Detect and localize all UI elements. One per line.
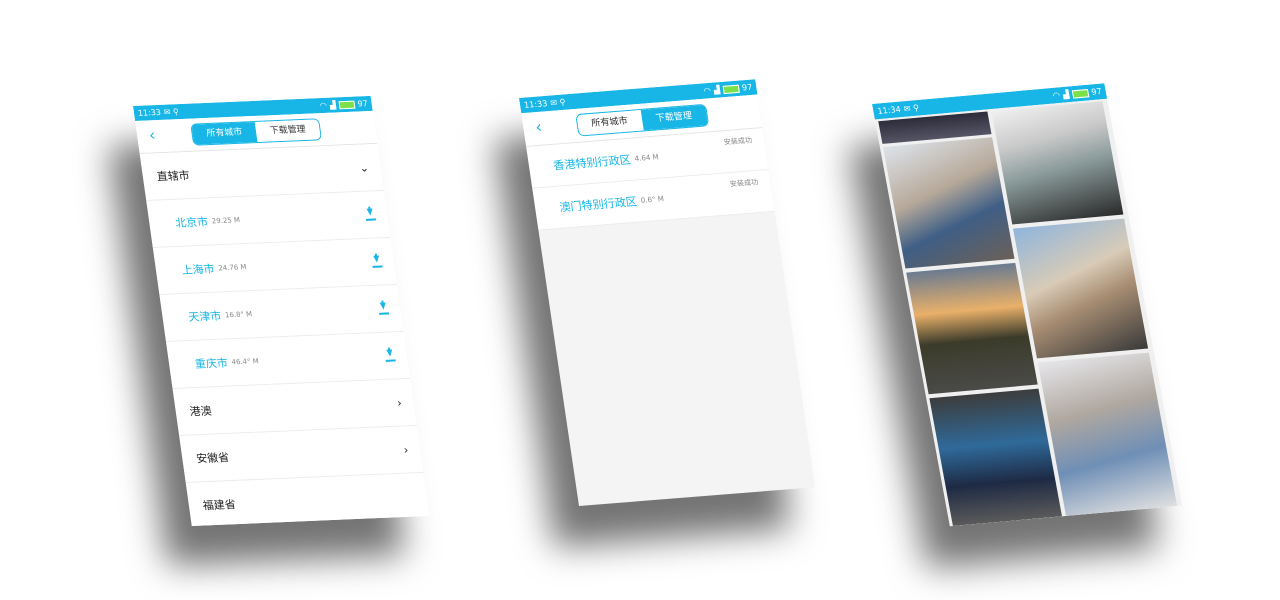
status-time: 11:33	[523, 98, 548, 110]
photo-grid	[874, 98, 1183, 527]
tab-all-cities[interactable]: 所有城市	[191, 121, 258, 145]
battery-level: 97	[356, 99, 369, 109]
segmented-tabs: 所有城市 下载管理	[190, 118, 323, 146]
wifi-icon: ◠	[319, 100, 328, 111]
region-size: 0.6° M	[640, 194, 665, 205]
city-name: 北京市	[174, 215, 209, 230]
region-name: 香港特别行政区	[552, 153, 632, 173]
city-list-screen: 11:33 ✉ ⚲ ◠ ▟ 97 ‹ 所有城市 下载管理 直辖市 ⌄ 北京市 2…	[133, 95, 430, 527]
city-size: 24.76 M	[217, 263, 248, 273]
notification-icon: ✉ ⚲	[163, 107, 180, 117]
city-name: 天津市	[187, 309, 223, 324]
tab-all-cities[interactable]: 所有城市	[575, 110, 644, 136]
battery-icon	[338, 100, 356, 109]
download-icon[interactable]	[378, 300, 390, 315]
section-label: 港澳	[188, 404, 213, 419]
wifi-icon: ◠	[1052, 90, 1061, 101]
download-icon[interactable]	[371, 253, 383, 268]
region-name: 澳门特别行政区	[558, 194, 638, 215]
install-status: 安装成功	[723, 136, 753, 147]
photo-tile[interactable]	[906, 262, 1038, 395]
download-icon[interactable]	[365, 206, 377, 221]
section-label: 安徽省	[195, 451, 230, 466]
notification-icon: ✉ ⚲	[549, 97, 567, 108]
signal-icon: ▟	[329, 100, 337, 110]
city-name: 重庆市	[194, 356, 229, 371]
city-size: 16.8° M	[224, 310, 253, 320]
city-size: 29.25 M	[211, 216, 241, 226]
status-time: 11:34	[876, 104, 902, 116]
signal-icon: ▟	[1062, 89, 1071, 100]
segmented-tabs: 所有城市 下载管理	[574, 103, 709, 137]
photo-gallery-screen: 11:34 ✉ ⚲ ◠ ▟ 97	[872, 83, 1183, 527]
chevron-right-icon: ›	[396, 395, 403, 410]
back-icon[interactable]: ‹	[534, 117, 543, 137]
status-time: 11:33	[137, 107, 162, 118]
notification-icon: ✉ ⚲	[902, 103, 920, 114]
battery-level: 97	[741, 82, 753, 93]
tab-download-manager[interactable]: 下载管理	[254, 119, 321, 142]
tab-download-manager[interactable]: 下载管理	[640, 104, 708, 131]
chevron-down-icon: ⌄	[358, 160, 370, 175]
install-status: 安装成功	[729, 178, 759, 189]
photo-tile[interactable]	[991, 101, 1124, 225]
city-name: 上海市	[181, 262, 216, 277]
photo-tile[interactable]	[1037, 352, 1178, 516]
section-label: 福建省	[202, 498, 237, 513]
download-icon[interactable]	[384, 347, 396, 362]
region-size: 4.64 M	[634, 152, 660, 164]
signal-icon: ▟	[713, 85, 721, 95]
chevron-right-icon: ›	[402, 442, 410, 457]
photo-tile[interactable]	[929, 388, 1063, 527]
battery-icon	[1071, 88, 1090, 99]
section-fujian[interactable]: 福建省	[185, 472, 430, 527]
battery-level: 97	[1090, 86, 1103, 97]
battery-icon	[722, 84, 740, 94]
download-manager-screen: 11:33 ✉ ⚲ ◠ ▟ 97 ‹ 所有城市 下载管理 香港特别行政区 4.6…	[519, 79, 816, 506]
wifi-icon: ◠	[703, 85, 712, 96]
city-size: 46.4° M	[231, 357, 260, 367]
back-icon[interactable]: ‹	[148, 125, 157, 144]
section-label: 直辖市	[155, 169, 191, 184]
photo-tile[interactable]	[1013, 218, 1149, 359]
photo-tile[interactable]	[883, 137, 1015, 269]
